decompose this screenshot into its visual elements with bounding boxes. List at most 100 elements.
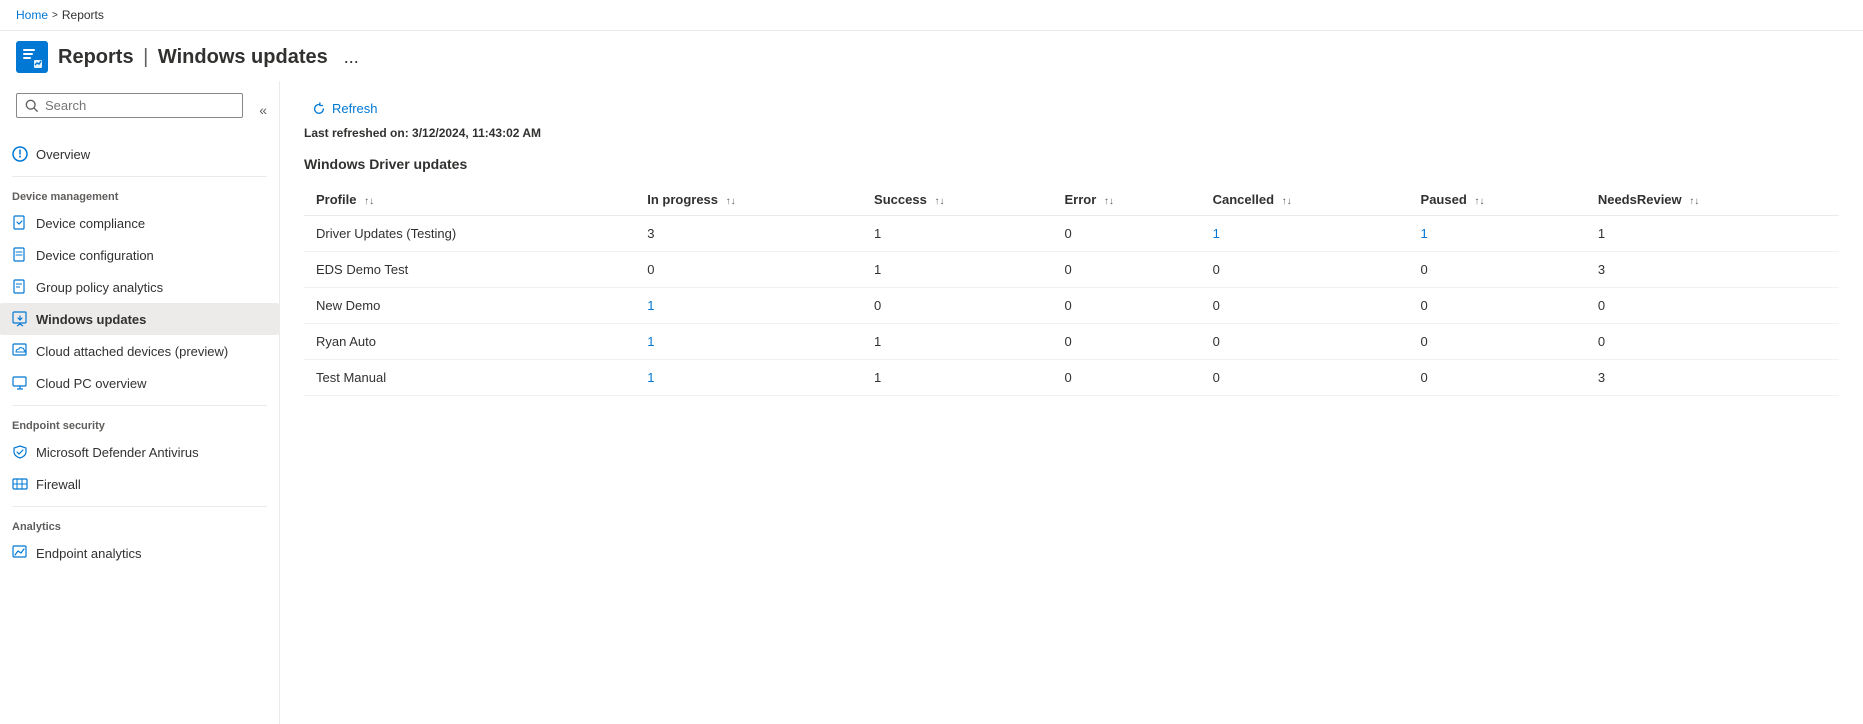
sidebar-item-firewall[interactable]: Firewall xyxy=(0,468,279,500)
table-row: New Demo100000 xyxy=(304,288,1839,324)
sidebar-item-defender-label: Microsoft Defender Antivirus xyxy=(36,445,199,460)
table-row: Test Manual110003 xyxy=(304,360,1839,396)
cell-profile: Test Manual xyxy=(304,360,635,396)
page-header: Reports | Windows updates ... xyxy=(0,31,1863,81)
sidebar-item-defender[interactable]: Microsoft Defender Antivirus xyxy=(0,436,279,468)
table-body: Driver Updates (Testing)310111EDS Demo T… xyxy=(304,216,1839,396)
collapse-button[interactable]: « xyxy=(255,98,271,122)
col-header-profile[interactable]: Profile ↑↓ xyxy=(304,184,635,216)
cell-paused: 1 xyxy=(1409,216,1586,252)
group-policy-icon xyxy=(12,279,28,295)
sidebar-item-group-policy-analytics[interactable]: Group policy analytics xyxy=(0,271,279,303)
table-row: EDS Demo Test010003 xyxy=(304,252,1839,288)
search-box[interactable] xyxy=(16,93,243,118)
cell-success: 1 xyxy=(862,360,1052,396)
table-header: Profile ↑↓ In progress ↑↓ Success ↑↓ Err… xyxy=(304,184,1839,216)
breadcrumb-home[interactable]: Home xyxy=(16,8,48,22)
sidebar-item-cloud-pc[interactable]: Cloud PC overview xyxy=(0,367,279,399)
breadcrumb: Home > Reports xyxy=(0,0,1863,31)
col-header-error[interactable]: Error ↑↓ xyxy=(1052,184,1200,216)
main-content: Refresh Last refreshed on: 3/12/2024, 11… xyxy=(280,81,1863,724)
cloud-pc-icon xyxy=(12,375,28,391)
divider-3 xyxy=(12,506,267,507)
device-configuration-icon xyxy=(12,247,28,263)
col-header-needs-review[interactable]: NeedsReview ↑↓ xyxy=(1586,184,1839,216)
cell-error: 0 xyxy=(1052,288,1200,324)
cell-cancelled: 0 xyxy=(1201,288,1409,324)
sidebar-item-windows-updates-label: Windows updates xyxy=(36,312,146,327)
cell-error: 0 xyxy=(1052,252,1200,288)
cell-cancelled-link[interactable]: 1 xyxy=(1213,226,1220,241)
sidebar-item-cloud-pc-label: Cloud PC overview xyxy=(36,376,147,391)
cell-needs-review: 0 xyxy=(1586,288,1839,324)
sidebar-item-cloud-attached[interactable]: Cloud attached devices (preview) xyxy=(0,335,279,367)
sidebar-item-device-configuration[interactable]: Device configuration xyxy=(0,239,279,271)
defender-icon xyxy=(12,444,28,460)
sidebar-item-cloud-attached-label: Cloud attached devices (preview) xyxy=(36,344,228,359)
cell-success: 0 xyxy=(862,288,1052,324)
col-header-in-progress[interactable]: In progress ↑↓ xyxy=(635,184,862,216)
section-endpoint-security: Endpoint security xyxy=(0,412,279,436)
driver-updates-table: Profile ↑↓ In progress ↑↓ Success ↑↓ Err… xyxy=(304,184,1839,396)
cell-profile: Ryan Auto xyxy=(304,324,635,360)
cell-success: 1 xyxy=(862,252,1052,288)
sidebar-item-endpoint-analytics-label: Endpoint analytics xyxy=(36,546,142,561)
cell-needs-review: 3 xyxy=(1586,360,1839,396)
cell-in-progress: 3 xyxy=(635,216,862,252)
cell-cancelled: 0 xyxy=(1201,324,1409,360)
section-device-management: Device management xyxy=(0,183,279,207)
cell-profile: Driver Updates (Testing) xyxy=(304,216,635,252)
sidebar-item-firewall-label: Firewall xyxy=(36,477,81,492)
sidebar-item-device-configuration-label: Device configuration xyxy=(36,248,154,263)
table-row: Ryan Auto110000 xyxy=(304,324,1839,360)
cell-error: 0 xyxy=(1052,324,1200,360)
refresh-button[interactable]: Refresh xyxy=(304,97,386,120)
cell-cancelled: 0 xyxy=(1201,252,1409,288)
cell-success: 1 xyxy=(862,324,1052,360)
cell-in-progress: 1 xyxy=(635,360,862,396)
col-header-cancelled[interactable]: Cancelled ↑↓ xyxy=(1201,184,1409,216)
cell-needs-review: 1 xyxy=(1586,216,1839,252)
search-icon xyxy=(25,99,39,113)
main-layout: « Overview Device management Device comp… xyxy=(0,81,1863,724)
cell-paused-link[interactable]: 1 xyxy=(1421,226,1428,241)
sidebar-item-windows-updates[interactable]: Windows updates xyxy=(0,303,279,335)
page-title: Reports | Windows updates xyxy=(58,46,328,69)
cell-paused: 0 xyxy=(1409,360,1586,396)
device-compliance-icon xyxy=(12,215,28,231)
sidebar-item-group-policy-label: Group policy analytics xyxy=(36,280,163,295)
divider-1 xyxy=(12,176,267,177)
cell-profile: EDS Demo Test xyxy=(304,252,635,288)
cell-cancelled: 1 xyxy=(1201,216,1409,252)
last-refreshed: Last refreshed on: 3/12/2024, 11:43:02 A… xyxy=(304,126,1839,140)
search-row: « xyxy=(4,89,275,130)
cloud-attached-icon xyxy=(12,343,28,359)
reports-icon xyxy=(16,41,48,73)
sidebar-item-device-compliance-label: Device compliance xyxy=(36,216,145,231)
sidebar-item-overview-label: Overview xyxy=(36,147,90,162)
firewall-icon xyxy=(12,476,28,492)
sort-icon-in-progress: ↑↓ xyxy=(726,196,736,207)
ellipsis-button[interactable]: ... xyxy=(338,45,365,70)
sort-icon-paused: ↑↓ xyxy=(1474,196,1484,207)
col-header-paused[interactable]: Paused ↑↓ xyxy=(1409,184,1586,216)
cell-in-progress-link[interactable]: 1 xyxy=(647,370,654,385)
sidebar-item-device-compliance[interactable]: Device compliance xyxy=(0,207,279,239)
cell-paused: 0 xyxy=(1409,252,1586,288)
cell-needs-review: 3 xyxy=(1586,252,1839,288)
cell-success: 1 xyxy=(862,216,1052,252)
cell-in-progress-link[interactable]: 1 xyxy=(647,298,654,313)
sidebar-item-endpoint-analytics[interactable]: Endpoint analytics xyxy=(0,537,279,569)
cell-in-progress: 0 xyxy=(635,252,862,288)
sidebar-item-overview[interactable]: Overview xyxy=(0,138,279,170)
col-header-success[interactable]: Success ↑↓ xyxy=(862,184,1052,216)
sort-icon-success: ↑↓ xyxy=(934,196,944,207)
sort-icon-cancelled: ↑↓ xyxy=(1282,196,1292,207)
cell-in-progress: 1 xyxy=(635,288,862,324)
refresh-row: Refresh xyxy=(304,97,1839,120)
divider-2 xyxy=(12,405,267,406)
overview-icon xyxy=(12,146,28,162)
search-input[interactable] xyxy=(45,98,234,113)
cell-in-progress-link[interactable]: 1 xyxy=(647,334,654,349)
windows-updates-icon xyxy=(12,311,28,327)
